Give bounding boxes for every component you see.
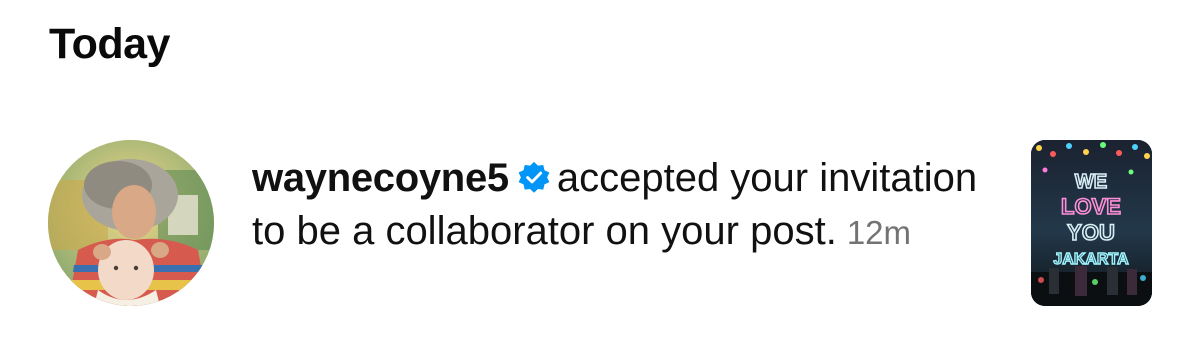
svg-text:LOVE: LOVE	[1061, 194, 1121, 219]
verified-badge-icon	[518, 161, 550, 193]
timestamp: 12m	[846, 214, 912, 251]
svg-text:WE: WE	[1075, 171, 1107, 193]
username-link[interactable]: waynecoyne5	[252, 156, 509, 200]
svg-text:JAKARTA: JAKARTA	[1053, 251, 1129, 268]
svg-text:YOU: YOU	[1067, 220, 1115, 245]
notifications-page: Today waynecoyne5 accepted your invitati…	[0, 0, 1199, 355]
notification-text: waynecoyne5 accepted your invitation to …	[252, 152, 992, 259]
post-thumbnail[interactable]: WE LOVE YOU JAKARTA	[1031, 140, 1152, 306]
section-title: Today	[49, 20, 170, 68]
notification-row[interactable]: waynecoyne5 accepted your invitation to …	[0, 138, 1199, 308]
avatar[interactable]	[48, 140, 214, 306]
